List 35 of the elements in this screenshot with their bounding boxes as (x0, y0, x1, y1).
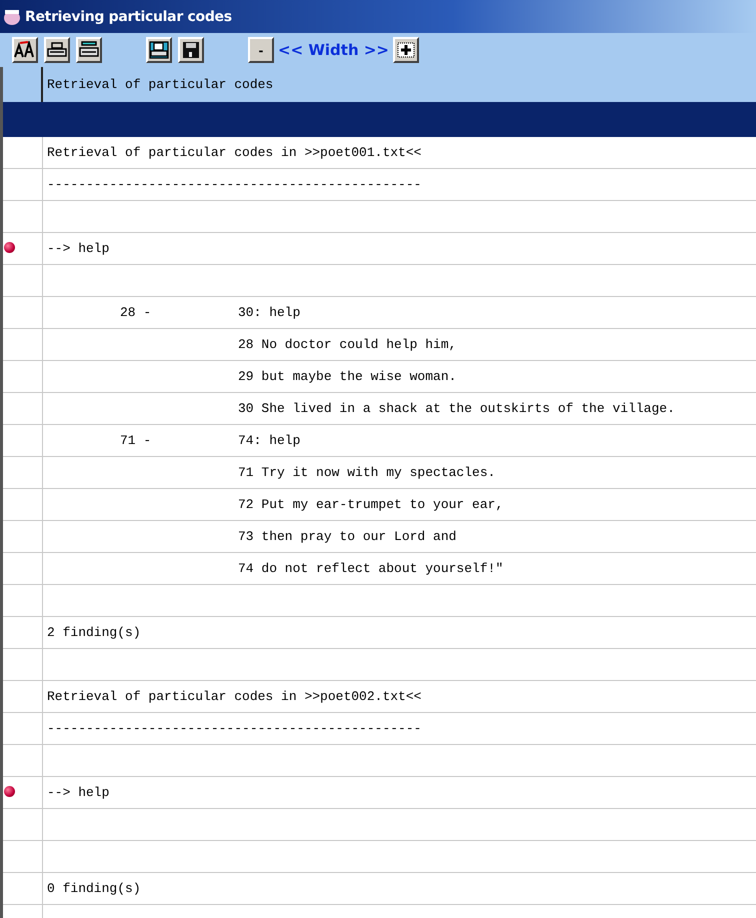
code-hit: 74: help (238, 433, 300, 448)
print-preview-icon (148, 41, 170, 59)
width-label: << Width >> (278, 41, 389, 59)
print-preview-button[interactable] (146, 37, 172, 63)
plus-icon (397, 42, 415, 58)
result-line: Retrieval of particular codes in >>poet002.txt<< (47, 689, 422, 704)
result-line: ------------------------------------------------ (47, 721, 422, 736)
quote-line: 29 but maybe the wise woman. (238, 369, 456, 384)
quote-line: 28 No doctor could help him, (238, 337, 456, 352)
result-line: 2 finding(s) (47, 625, 141, 640)
header-text: Retrieval of particular codes (47, 77, 274, 92)
font-icon (14, 41, 36, 59)
quote-line: 74 do not reflect about yourself!" (238, 561, 504, 576)
result-line: --> help (47, 241, 110, 256)
printer-icon (46, 41, 68, 59)
print-button[interactable] (44, 37, 70, 63)
save-button[interactable] (178, 37, 204, 63)
quote-line: 73 then pray to our Lord and (238, 529, 456, 544)
result-line: ------------------------------------------------ (47, 177, 422, 192)
window-title: Retrieving particular codes (25, 8, 232, 24)
printer-icon (78, 41, 100, 59)
print-setup-button[interactable] (76, 37, 102, 63)
code-hit: 30: help (238, 305, 300, 320)
widen-button[interactable] (393, 37, 419, 63)
result-line: --> help (47, 785, 110, 800)
line-range: 71 - (120, 433, 152, 448)
line-range: 28 - (120, 305, 152, 320)
narrow-button[interactable]: - (248, 37, 274, 63)
quote-line: 72 Put my ear-trumpet to your ear, (238, 497, 504, 512)
quote-line: 30 She lived in a shack at the outskirts of the village. (238, 401, 675, 416)
font-button[interactable] (12, 37, 38, 63)
app-icon (2, 8, 22, 26)
result-line: Retrieval of particular codes in >>poet001.txt<< (47, 145, 422, 160)
result-line: 0 finding(s) (47, 881, 141, 896)
quote-line: 71 Try it now with my spectacles. (238, 465, 496, 480)
